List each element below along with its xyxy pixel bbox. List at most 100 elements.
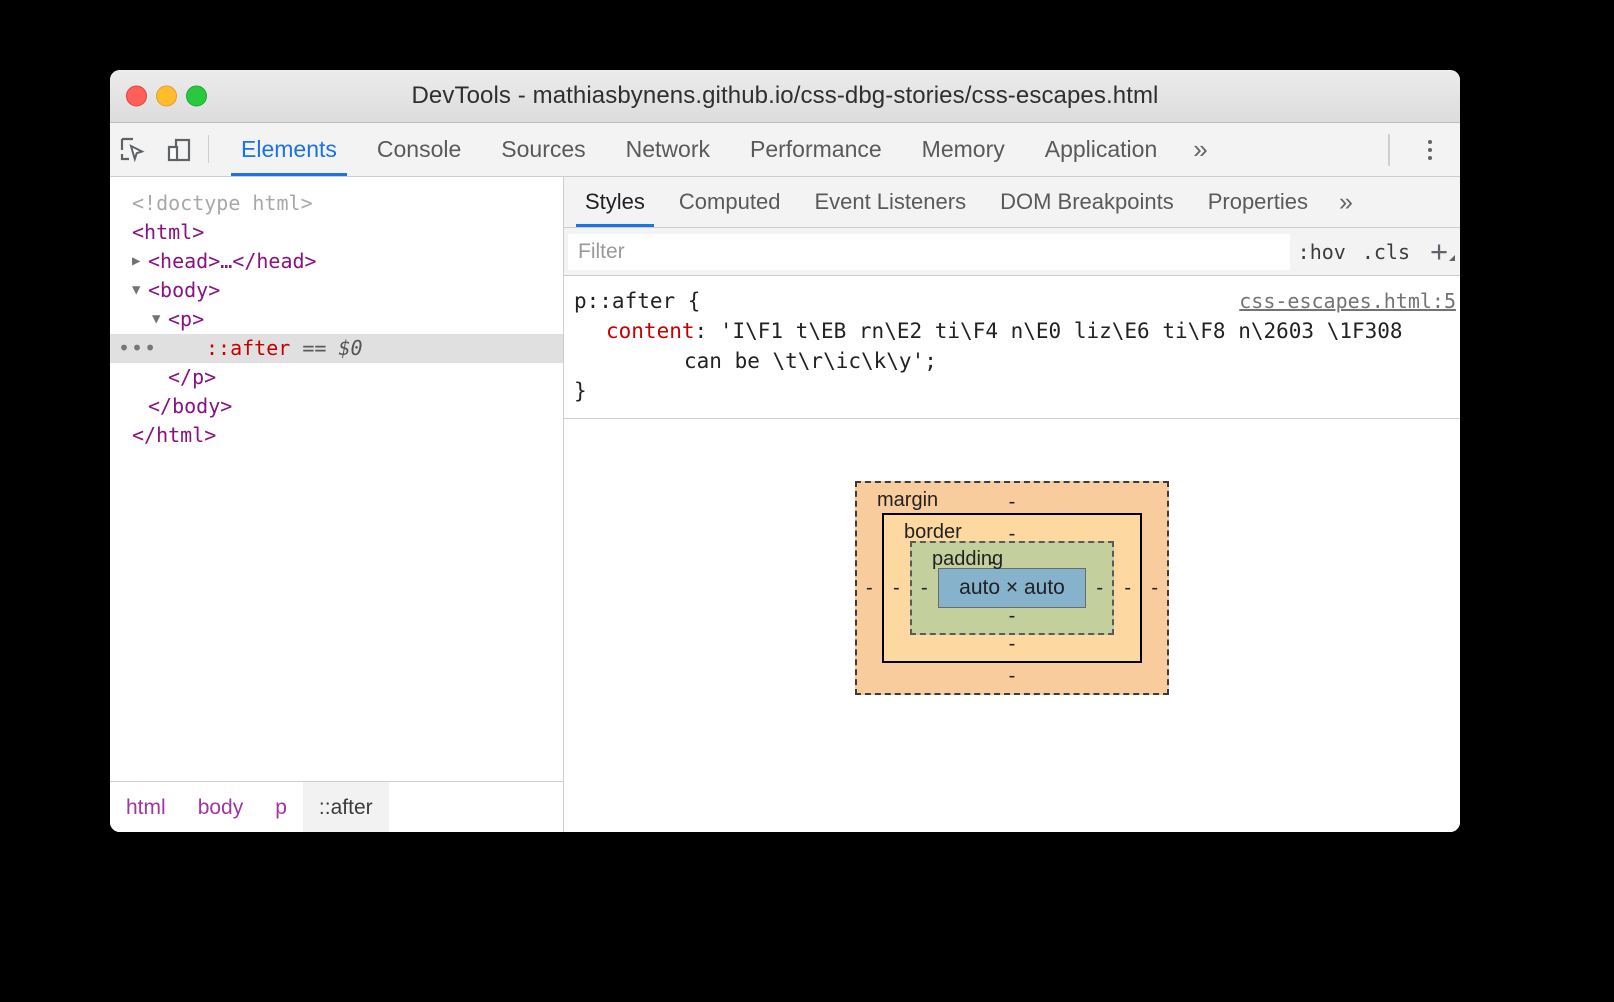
styles-sidebar-tabs: Styles Computed Event Listeners DOM Brea… [564, 177, 1460, 228]
tab-computed[interactable]: Computed [662, 177, 798, 227]
dom-node-body[interactable]: ▼ <body> [110, 276, 563, 305]
css-source-link[interactable]: css-escapes.html:5 [1239, 286, 1456, 316]
toolbar-right-divider [1388, 133, 1390, 166]
toggle-pseudo-classes-button[interactable]: :hov [1290, 240, 1354, 264]
tab-styles[interactable]: Styles [568, 177, 662, 227]
box-model-border-layer[interactable]: border - - - - padding - - - - auto × au… [882, 513, 1142, 663]
tab-properties-label: Properties [1207, 189, 1308, 214]
tab-properties[interactable]: Properties [1191, 177, 1325, 227]
css-property-value-line1[interactable]: 'I\F1 t\EB rn\E2 ti\F4 n\E0 liz\E6 ti\F8… [720, 319, 1403, 343]
tab-sources[interactable]: Sources [481, 123, 605, 176]
tab-dom-breakpoints-label: DOM Breakpoints [1000, 189, 1174, 214]
filter-input[interactable] [568, 233, 1290, 270]
tab-application-label: Application [1044, 136, 1158, 162]
dom-node-doctype[interactable]: <!doctype html> [110, 189, 563, 218]
devtools-window: DevTools - mathiasbynens.github.io/css-d… [110, 70, 1460, 832]
box-model-padding-layer[interactable]: padding - - - - auto × auto [910, 541, 1114, 635]
more-tabs-label: » [1193, 134, 1208, 164]
dom-node-after-pseudo[interactable]: ••• ::after == $0 [110, 334, 563, 363]
more-tabs-chevron-icon[interactable]: » [1177, 123, 1223, 176]
tab-elements[interactable]: Elements [221, 123, 357, 176]
main-panel-tabs: Elements Console Sources Network Perform… [221, 123, 1224, 176]
breadcrumb: html body p ::after [110, 781, 563, 832]
breadcrumb-item-html[interactable]: html [110, 782, 182, 832]
inspect-element-icon[interactable] [110, 123, 156, 176]
border-left-value[interactable]: - [893, 578, 900, 598]
css-declaration-content[interactable]: content: 'I\F1 t\EB rn\E2 ti\F4 n\E0 liz… [564, 316, 1460, 376]
border-right-value[interactable]: - [1124, 578, 1131, 598]
dom-node-after-label: ::after [206, 336, 291, 360]
padding-right-value[interactable]: - [1096, 578, 1103, 598]
css-colon: : [694, 319, 708, 343]
dom-node-equals: == [302, 336, 327, 360]
padding-left-value[interactable]: - [921, 578, 928, 598]
box-model-content-box[interactable]: auto × auto [938, 568, 1086, 608]
expand-triangle-icon[interactable]: ▶ [132, 247, 140, 276]
box-model-margin-layer[interactable]: margin - - - - border - - - - padding - [855, 481, 1169, 695]
new-style-rule-button[interactable]: + [1418, 236, 1460, 267]
margin-bottom-value[interactable]: - [1009, 666, 1016, 686]
tab-memory[interactable]: Memory [902, 123, 1025, 176]
tab-network[interactable]: Network [606, 123, 730, 176]
box-model-margin-label: margin [877, 489, 939, 511]
styles-more-tabs-chevron-icon[interactable]: » [1325, 177, 1367, 227]
breadcrumb-item-p[interactable]: p [259, 782, 303, 832]
toggle-element-classes-button[interactable]: .cls [1354, 240, 1418, 264]
margin-left-value[interactable]: - [866, 578, 873, 598]
dom-node-body-label: <body> [148, 278, 221, 302]
styles-sidebar: Styles Computed Event Listeners DOM Brea… [564, 177, 1460, 832]
dom-node-head-label: <head>…</head> [148, 249, 317, 273]
dom-node-html-close[interactable]: </html> [110, 421, 563, 450]
tab-dom-breakpoints[interactable]: DOM Breakpoints [983, 177, 1191, 227]
devtools-main-toolbar: Elements Console Sources Network Perform… [110, 123, 1460, 177]
dom-node-doctype-label: <!doctype html> [132, 191, 313, 215]
tab-elements-label: Elements [241, 136, 337, 162]
tab-styles-label: Styles [585, 189, 645, 214]
cls-button-label: .cls [1361, 239, 1410, 264]
dom-node-html[interactable]: <html> [110, 218, 563, 247]
elements-panel: <!doctype html> <html> ▶ <head>…</head> … [110, 177, 564, 832]
styles-more-tabs-label: » [1338, 187, 1353, 216]
margin-top-value[interactable]: - [1009, 492, 1016, 512]
dom-node-p-close[interactable]: </p> [110, 363, 563, 392]
dom-node-dollar-zero: $0 [338, 336, 363, 360]
dom-node-p[interactable]: ▼ <p> [110, 305, 563, 334]
tab-performance-label: Performance [750, 136, 882, 162]
node-ellipsis-icon[interactable]: ••• [118, 334, 157, 363]
tab-performance[interactable]: Performance [730, 123, 902, 176]
padding-top-value[interactable]: - [989, 552, 996, 572]
collapse-triangle-icon[interactable]: ▼ [132, 276, 140, 305]
dom-node-p-close-label: </p> [168, 365, 217, 389]
box-model-content-label: auto × auto [959, 576, 1065, 599]
tab-console[interactable]: Console [357, 123, 481, 176]
toolbar-divider [208, 135, 209, 163]
dom-node-body-close[interactable]: </body> [110, 392, 563, 421]
tab-network-label: Network [625, 136, 710, 162]
border-bottom-value[interactable]: - [1009, 634, 1016, 654]
css-rule-header: p::after { css-escapes.html:5 [564, 286, 1460, 316]
dom-node-head[interactable]: ▶ <head>…</head> [110, 247, 563, 276]
window-titlebar: DevTools - mathiasbynens.github.io/css-d… [110, 70, 1460, 123]
box-model-diagram: margin - - - - border - - - - padding - [564, 419, 1460, 832]
dom-node-html-close-label: </html> [132, 423, 217, 447]
css-property-value-line2-wrap: can be \t\r\ic\k\y'; [606, 346, 1450, 376]
css-selector[interactable]: p::after { [574, 286, 700, 316]
breadcrumb-item-body[interactable]: body [182, 782, 260, 832]
css-property-value-line2[interactable]: can be \t\r\ic\k\y'; [684, 349, 937, 373]
collapse-triangle-icon-p[interactable]: ▼ [152, 305, 160, 334]
dom-node-html-label: <html> [132, 220, 205, 244]
breadcrumb-item-p-label: p [275, 796, 287, 819]
device-toolbar-icon[interactable] [156, 123, 202, 176]
kebab-menu-icon[interactable] [1408, 139, 1452, 160]
plus-icon: + [1429, 234, 1449, 269]
breadcrumb-item-after-label: ::after [318, 796, 373, 819]
tab-application[interactable]: Application [1025, 123, 1178, 176]
dropdown-corner-icon [1449, 255, 1455, 261]
margin-right-value[interactable]: - [1151, 578, 1158, 598]
padding-bottom-value[interactable]: - [1009, 606, 1016, 626]
breadcrumb-item-body-label: body [197, 796, 244, 819]
tab-event-listeners[interactable]: Event Listeners [797, 177, 983, 227]
breadcrumb-item-html-label: html [126, 796, 166, 819]
breadcrumb-item-after[interactable]: ::after [302, 782, 389, 832]
css-property-name[interactable]: content [606, 319, 695, 343]
